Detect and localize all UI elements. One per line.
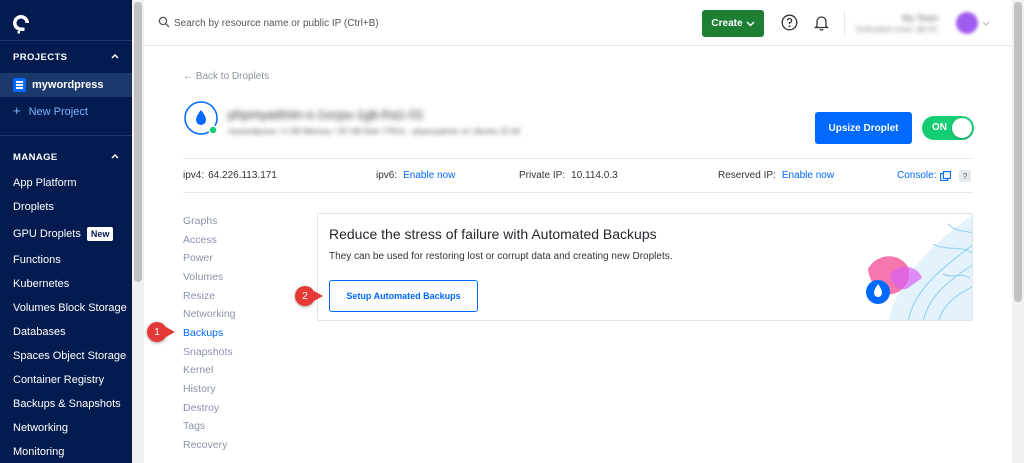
arrow-left-icon: ←	[183, 71, 193, 82]
back-to-droplets-link[interactable]: ← Back to Droplets	[183, 71, 269, 82]
new-project-label: New Project	[28, 106, 88, 118]
sidebar-item-databases[interactable]: Databases	[13, 326, 66, 338]
chevron-up-icon[interactable]	[110, 51, 120, 61]
sidebar-item-volumes[interactable]: Volumes Block Storage	[13, 302, 127, 314]
card-description: They can be used for restoring lost or c…	[329, 251, 673, 262]
ipv4-value[interactable]: 64.226.113.171	[208, 170, 277, 181]
avatar[interactable]	[956, 12, 978, 34]
power-toggle-label: ON	[932, 122, 947, 133]
reserved-ip-label: Reserved IP:	[718, 170, 776, 181]
subnav-tags[interactable]: Tags	[183, 420, 205, 432]
ipv6-info: ipv6: Enable now	[376, 170, 455, 181]
sidebar-divider	[0, 135, 132, 136]
back-label: Back to Droplets	[195, 71, 270, 82]
sidebar-item-backups-snapshots[interactable]: Backups & Snapshots	[13, 398, 121, 410]
private-ip-value[interactable]: 10.114.0.3	[571, 170, 618, 181]
subnav-snapshots[interactable]: Snapshots	[183, 346, 233, 358]
step-2-callout: 2	[295, 286, 315, 306]
divider	[183, 192, 973, 193]
subnav-graphs[interactable]: Graphs	[183, 215, 217, 227]
private-ip-label: Private IP:	[519, 170, 566, 181]
external-window-icon[interactable]	[940, 171, 951, 181]
ipv6-label: ipv6:	[376, 170, 398, 181]
sidebar-item-label: GPU Droplets	[13, 228, 81, 240]
sidebar-item-monitoring[interactable]: Monitoring	[13, 446, 64, 458]
ipv4-label: ipv4:	[183, 170, 205, 181]
account-costs: Estimated costs: $0.00	[856, 25, 937, 34]
chevron-up-icon[interactable]	[110, 151, 120, 161]
sidebar-scrollbar[interactable]	[132, 0, 144, 463]
droplet-icon	[184, 101, 218, 135]
search-input[interactable]	[174, 14, 574, 32]
search-icon	[158, 16, 170, 28]
automated-backups-card: Reduce the stress of failure with Automa…	[317, 213, 973, 321]
new-project-link[interactable]: + New Project	[13, 103, 88, 118]
subnav-resize[interactable]: Resize	[183, 290, 215, 302]
sidebar: PROJECTS mywordpress + New Project MANAGE…	[0, 0, 132, 463]
upsize-droplet-button[interactable]: Upsize Droplet	[815, 112, 912, 144]
setup-automated-backups-button[interactable]: Setup Automated Backups	[329, 280, 478, 312]
droplet-meta: mywordpress / 1 GB Memory / 25 GB Disk /…	[228, 127, 521, 136]
sidebar-item-networking[interactable]: Networking	[13, 422, 68, 434]
backups-illustration-icon	[866, 215, 972, 320]
sidebar-divider	[0, 40, 132, 41]
chevron-down-icon	[746, 21, 755, 26]
callout-pointer	[314, 291, 323, 301]
sidebar-item-functions[interactable]: Functions	[13, 254, 61, 266]
subnav-power[interactable]: Power	[183, 252, 213, 264]
console-link[interactable]: Console:	[897, 170, 936, 181]
plus-icon: +	[13, 103, 21, 118]
reserved-ip-enable-link[interactable]: Enable now	[782, 170, 834, 181]
callout-pointer	[166, 327, 175, 337]
topbar-divider	[844, 10, 845, 36]
chevron-down-icon[interactable]	[982, 21, 990, 26]
private-ip-info: Private IP: 10.114.0.3	[519, 170, 618, 181]
toggle-knob	[952, 118, 972, 138]
account-name[interactable]: My Team	[902, 13, 938, 23]
create-button[interactable]: Create	[702, 10, 764, 37]
card-title: Reduce the stress of failure with Automa…	[329, 226, 657, 242]
scrollbar-thumb[interactable]	[1014, 2, 1022, 302]
power-toggle[interactable]: ON	[922, 116, 974, 140]
sidebar-item-spaces[interactable]: Spaces Object Storage	[13, 350, 126, 362]
subnav-access[interactable]: Access	[183, 234, 217, 246]
main-scrollbar[interactable]	[1012, 0, 1024, 463]
project-name: mywordpress	[32, 79, 104, 91]
subnav-recovery[interactable]: Recovery	[183, 439, 227, 451]
project-icon	[13, 78, 26, 92]
subnav-networking[interactable]: Networking	[183, 308, 236, 320]
sidebar-item-gpu-droplets[interactable]: GPU Droplets New	[13, 227, 114, 241]
droplet-name[interactable]: phpmyadmin-s-1vcpu-1gb-fra1-01	[228, 107, 424, 122]
subnav-volumes[interactable]: Volumes	[183, 271, 223, 283]
scrollbar-thumb[interactable]	[134, 2, 142, 282]
new-badge: New	[86, 227, 114, 241]
bell-icon[interactable]	[814, 14, 829, 31]
sidebar-item-kubernetes[interactable]: Kubernetes	[13, 278, 69, 290]
ipv4-info: ipv4: 64.226.113.171	[183, 170, 277, 181]
help-icon[interactable]	[781, 14, 798, 31]
step-1-callout: 1	[147, 322, 167, 342]
manage-header: MANAGE	[13, 152, 58, 163]
sidebar-item-droplets[interactable]: Droplets	[13, 201, 54, 213]
projects-header: PROJECTS	[13, 52, 68, 63]
top-bar: Create My Team Estimated costs: $0.00	[144, 0, 1024, 46]
digitalocean-logo-icon[interactable]	[10, 12, 32, 34]
sidebar-item-app-platform[interactable]: App Platform	[13, 177, 77, 189]
subnav-history[interactable]: History	[183, 383, 216, 395]
subnav-destroy[interactable]: Destroy	[183, 402, 219, 414]
subnav-backups[interactable]: Backups	[183, 327, 223, 339]
divider	[183, 158, 973, 159]
console-help-icon[interactable]: ?	[959, 170, 971, 182]
sidebar-item-project[interactable]: mywordpress	[0, 73, 132, 97]
subnav-kernel[interactable]: Kernel	[183, 364, 213, 376]
ipv6-enable-link[interactable]: Enable now	[403, 170, 455, 181]
create-label: Create	[711, 18, 743, 29]
reserved-ip-info: Reserved IP: Enable now	[718, 170, 834, 181]
sidebar-item-container-registry[interactable]: Container Registry	[13, 374, 104, 386]
